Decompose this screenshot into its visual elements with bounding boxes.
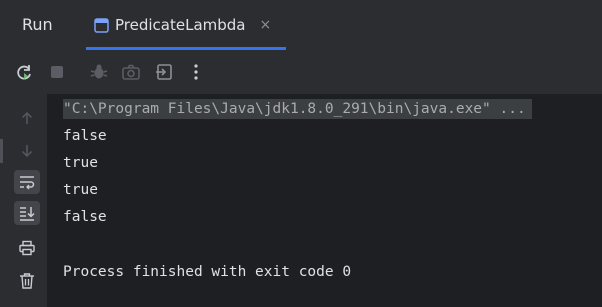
soft-wrap-icon[interactable]	[14, 170, 40, 194]
debug-icon[interactable]	[89, 62, 109, 82]
run-toolbar	[0, 50, 602, 94]
rerun-icon[interactable]	[14, 62, 34, 82]
print-icon[interactable]	[14, 236, 40, 260]
tab-predicate-lambda[interactable]: PredicateLambda ×	[84, 8, 281, 42]
more-icon[interactable]	[186, 62, 206, 82]
tab-label: PredicateLambda	[115, 16, 246, 34]
arrow-down-icon[interactable]	[14, 139, 40, 163]
console-side-toolbar	[0, 94, 47, 307]
scroll-to-end-icon[interactable]	[14, 201, 40, 225]
stop-icon[interactable]	[47, 62, 67, 82]
output-line: false	[63, 128, 107, 144]
output-line: false	[63, 209, 107, 225]
gutter-marker	[0, 139, 3, 163]
exit-message: Process finished with exit code 0	[63, 264, 352, 280]
output-line: true	[63, 155, 98, 171]
app-window-icon	[94, 17, 109, 33]
command-line: "C:\Program Files\Java\jdk1.8.0_291\bin\…	[63, 99, 532, 119]
exit-icon[interactable]	[154, 62, 174, 82]
output-line: true	[63, 182, 98, 198]
run-title: Run	[22, 15, 53, 34]
close-icon[interactable]: ×	[259, 17, 271, 33]
screenshot-icon[interactable]	[121, 62, 141, 82]
console-output[interactable]: "C:\Program Files\Java\jdk1.8.0_291\bin\…	[47, 94, 602, 307]
trash-icon[interactable]	[14, 269, 40, 293]
arrow-up-icon[interactable]	[14, 106, 40, 130]
run-tool-window-header: Run PredicateLambda ×	[0, 0, 602, 50]
